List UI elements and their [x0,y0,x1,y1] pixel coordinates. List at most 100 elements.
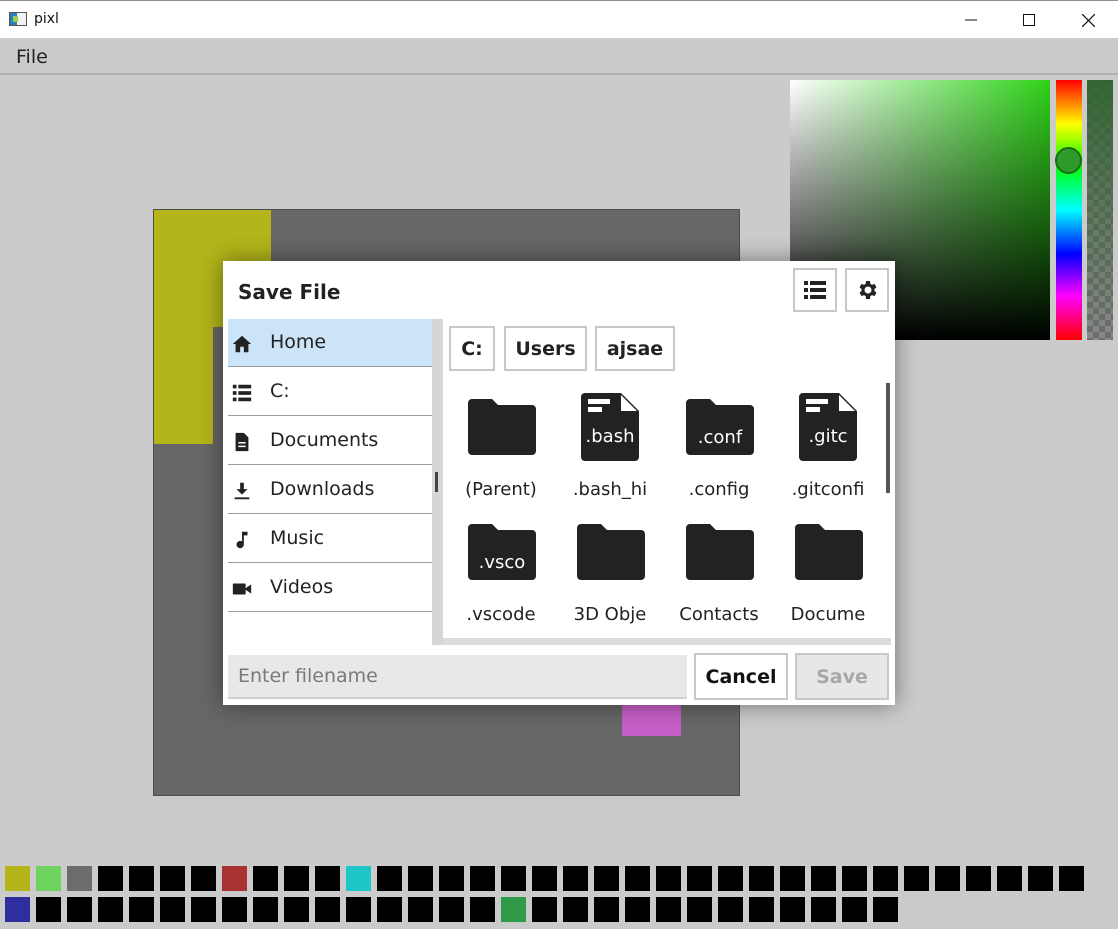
palette-swatch[interactable] [749,897,774,922]
palette-swatch[interactable] [470,866,495,891]
palette-swatch[interactable] [563,866,588,891]
maximize-button[interactable] [1000,1,1058,39]
file-icon: .gitc [799,393,857,461]
palette-swatch[interactable] [780,866,805,891]
palette-swatch[interactable] [842,866,867,891]
palette-swatch[interactable] [749,866,774,891]
palette-swatch[interactable] [160,866,185,891]
palette-swatch[interactable] [191,897,216,922]
settings-button[interactable] [845,268,889,312]
palette-swatch[interactable] [36,866,61,891]
palette-swatch[interactable] [222,866,247,891]
palette-swatch[interactable] [439,866,464,891]
save-button[interactable]: Save [795,653,889,700]
palette-swatch[interactable] [160,897,185,922]
hue-slider[interactable] [1056,80,1082,340]
palette-swatch[interactable] [5,866,30,891]
filename-input[interactable] [228,655,687,699]
palette-swatch[interactable] [811,897,836,922]
palette-swatch[interactable] [253,897,278,922]
palette-swatch[interactable] [532,897,557,922]
palette-swatch[interactable] [687,866,712,891]
palette-swatch[interactable] [98,897,123,922]
sidebar-item-home[interactable]: Home [228,319,432,367]
palette-swatch[interactable] [594,897,619,922]
palette-swatch[interactable] [129,866,154,891]
file-item-parent[interactable]: (Parent) [449,391,553,503]
palette-swatch[interactable] [36,897,61,922]
palette-swatch[interactable] [408,866,433,891]
close-button[interactable] [1059,1,1117,39]
breadcrumb-c-drive[interactable]: C: [449,326,495,371]
palette-swatch[interactable] [284,866,309,891]
palette-swatch[interactable] [346,897,371,922]
list-view-button[interactable] [793,268,837,312]
file-badge-text: .conf [698,427,743,448]
palette-swatch[interactable] [625,897,650,922]
splitter-grip[interactable] [435,472,438,492]
file-grid-scrollbar[interactable] [886,383,890,493]
menu-file[interactable]: File [16,46,48,68]
file-item-vscode[interactable]: .vsco .vscode [449,516,553,628]
palette-swatch[interactable] [718,897,743,922]
sidebar-item-documents[interactable]: Documents [228,417,432,465]
sidebar-item-music[interactable]: Music [228,515,432,563]
palette-swatch[interactable] [129,897,154,922]
palette-swatch[interactable] [222,897,247,922]
sidebar-item-downloads[interactable]: Downloads [228,466,432,514]
palette-swatch[interactable] [718,866,743,891]
palette-swatch[interactable] [1028,866,1053,891]
palette-swatch[interactable] [501,866,526,891]
palette-swatch[interactable] [687,897,712,922]
palette-swatch[interactable] [625,866,650,891]
palette-swatch[interactable] [594,866,619,891]
palette-swatch[interactable] [811,866,836,891]
hue-slider-handle[interactable] [1055,147,1082,174]
palette-swatch[interactable] [346,866,371,891]
app-icon [9,12,27,26]
minimize-button[interactable] [942,1,1000,39]
palette-swatch[interactable] [67,866,92,891]
palette-swatch[interactable] [377,866,402,891]
cancel-button[interactable]: Cancel [694,653,788,700]
file-item-gitconfig[interactable]: .gitc .gitconfi [776,391,880,503]
palette-swatch[interactable] [501,897,526,922]
sidebar-item-c-drive[interactable]: C: [228,368,432,416]
palette-swatch[interactable] [315,866,340,891]
palette-swatch[interactable] [966,866,991,891]
palette-swatch[interactable] [470,897,495,922]
palette-swatch[interactable] [873,897,898,922]
palette-swatch[interactable] [5,897,30,922]
palette-swatch[interactable] [1059,866,1084,891]
palette-swatch[interactable] [253,866,278,891]
palette-swatch[interactable] [656,866,681,891]
palette-swatch[interactable] [191,866,216,891]
palette-swatch[interactable] [997,866,1022,891]
palette-swatch[interactable] [904,866,929,891]
palette-swatch[interactable] [780,897,805,922]
palette-swatch[interactable] [67,897,92,922]
palette-swatch[interactable] [408,897,433,922]
file-badge-text: .bash [586,426,635,447]
breadcrumb-users[interactable]: Users [504,326,587,371]
palette-swatch[interactable] [873,866,898,891]
palette-swatch[interactable] [532,866,557,891]
palette-swatch[interactable] [842,897,867,922]
palette-swatch[interactable] [656,897,681,922]
palette-swatch[interactable] [377,897,402,922]
file-item-3d-objects[interactable]: 3D Obje [558,516,662,628]
file-item-bash-history[interactable]: .bash .bash_hi [558,391,662,503]
breadcrumb-ajsae[interactable]: ajsae [595,326,675,371]
file-grid-horizontal-scrollbar[interactable] [443,638,891,645]
file-item-contacts[interactable]: Contacts [667,516,771,628]
sidebar-item-videos[interactable]: Videos [228,564,432,612]
file-item-config[interactable]: .conf .config [667,391,771,503]
palette-swatch[interactable] [98,866,123,891]
palette-swatch[interactable] [935,866,960,891]
palette-swatch[interactable] [284,897,309,922]
palette-swatch[interactable] [563,897,588,922]
file-item-documents[interactable]: Docume [776,516,880,628]
palette-swatch[interactable] [439,897,464,922]
palette-swatch[interactable] [315,897,340,922]
file-item-label: Contacts [679,604,759,625]
